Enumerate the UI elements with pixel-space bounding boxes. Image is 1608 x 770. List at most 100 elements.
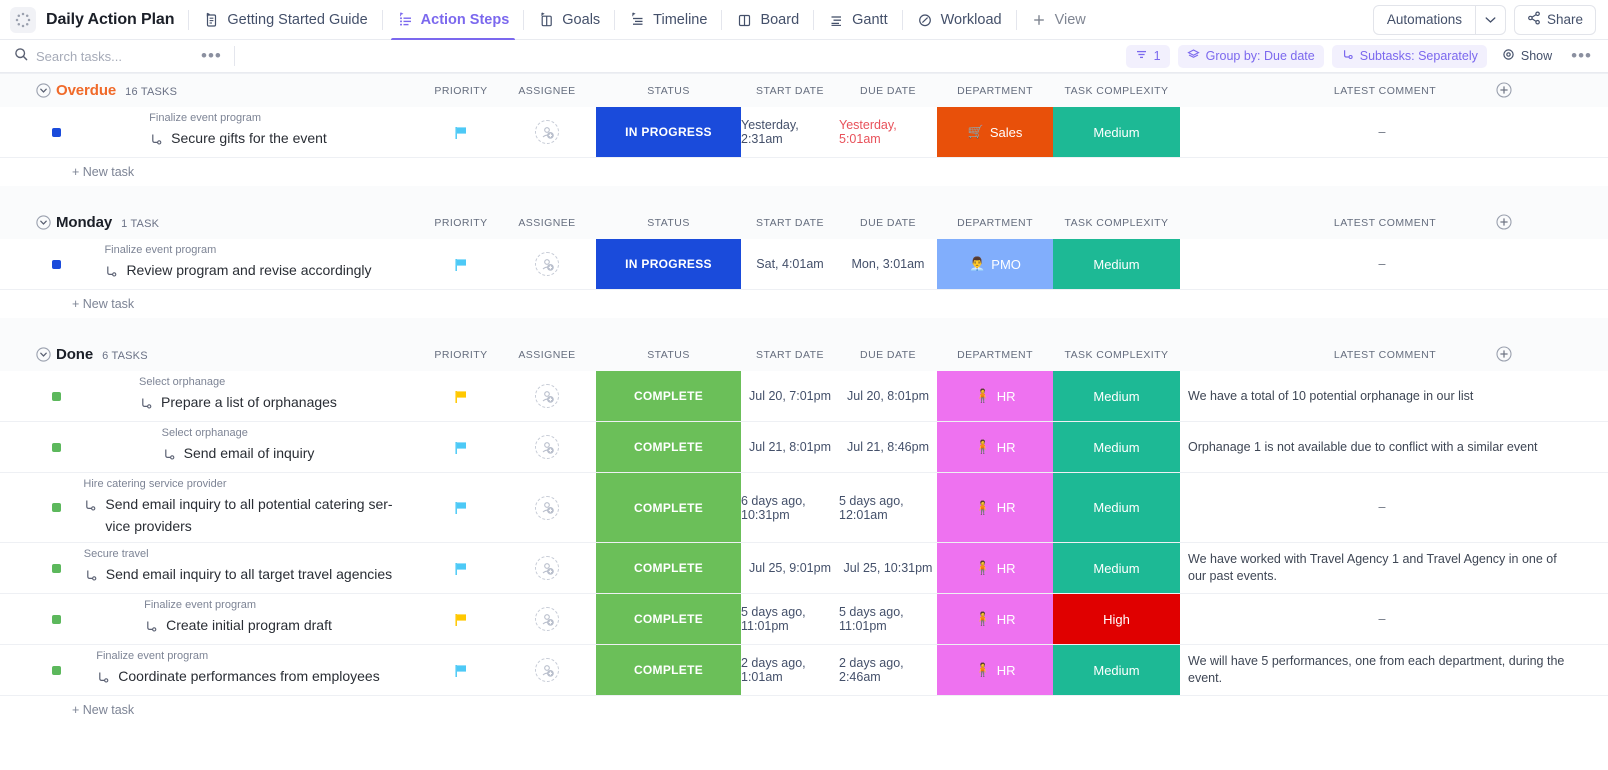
search-input[interactable] bbox=[36, 49, 186, 64]
task-title[interactable]: Review program and revise accordingly bbox=[104, 259, 371, 285]
assignee-cell[interactable] bbox=[498, 371, 596, 421]
column-header-start[interactable]: START DATE bbox=[741, 85, 839, 97]
add-assignee-icon[interactable] bbox=[535, 496, 559, 520]
table-row[interactable]: Finalize event programSecure gifts for t… bbox=[0, 107, 1608, 158]
task-title[interactable]: Send email inquiry to all potential cate… bbox=[83, 493, 392, 537]
column-header-comment[interactable]: LATEST COMMENT bbox=[1180, 85, 1590, 97]
status-cell[interactable]: COMPLETE bbox=[596, 543, 741, 593]
latest-comment-cell[interactable]: We have worked with Travel Agency 1 and … bbox=[1180, 543, 1590, 593]
add-assignee-icon[interactable] bbox=[535, 435, 559, 459]
column-header-cplx[interactable]: TASK COMPLEXITY bbox=[1053, 349, 1180, 361]
add-assignee-icon[interactable] bbox=[535, 556, 559, 580]
group-add-column-icon[interactable] bbox=[1496, 82, 1512, 98]
column-header-status[interactable]: STATUS bbox=[596, 85, 741, 97]
new-task-button[interactable]: + New task bbox=[0, 696, 1608, 724]
task-name-cell[interactable]: Finalize event programReview program and… bbox=[0, 239, 424, 289]
latest-comment-cell[interactable]: – bbox=[1180, 594, 1590, 644]
due-date-cell[interactable]: Jul 20, 8:01pm bbox=[839, 371, 937, 421]
search-box[interactable] bbox=[14, 47, 189, 66]
tab-action-steps[interactable]: Action Steps bbox=[383, 0, 524, 40]
start-date-cell[interactable]: 5 days ago, 11:01pm bbox=[741, 594, 839, 644]
show-button[interactable]: Show bbox=[1493, 45, 1561, 68]
priority-cell[interactable] bbox=[424, 645, 498, 695]
tab-getting-started-guide[interactable]: Getting Started Guide bbox=[189, 0, 381, 40]
priority-cell[interactable] bbox=[424, 594, 498, 644]
task-name-cell[interactable]: Finalize event programSecure gifts for t… bbox=[0, 107, 424, 157]
filter-button[interactable]: 1 bbox=[1126, 45, 1170, 68]
column-header-cplx[interactable]: TASK COMPLEXITY bbox=[1053, 217, 1180, 229]
add-view-button[interactable]: View bbox=[1017, 0, 1100, 40]
tab-goals[interactable]: Goals bbox=[524, 0, 614, 40]
latest-comment-cell[interactable]: Orphanage 1 is not available due to conf… bbox=[1180, 422, 1590, 472]
column-header-due[interactable]: DUE DATE bbox=[839, 217, 937, 229]
priority-cell[interactable] bbox=[424, 239, 498, 289]
latest-comment-cell[interactable]: – bbox=[1180, 107, 1590, 157]
start-date-cell[interactable]: Jul 25, 9:01pm bbox=[741, 543, 839, 593]
assignee-cell[interactable] bbox=[498, 239, 596, 289]
assignee-cell[interactable] bbox=[498, 594, 596, 644]
table-row[interactable]: Finalize event programCoordinate perform… bbox=[0, 645, 1608, 696]
priority-cell[interactable] bbox=[424, 107, 498, 157]
department-cell[interactable]: 🧍HR bbox=[937, 371, 1053, 421]
column-header-due[interactable]: DUE DATE bbox=[839, 85, 937, 97]
column-header-status[interactable]: STATUS bbox=[596, 217, 741, 229]
task-name-cell[interactable]: Hire catering service providerSend email… bbox=[0, 473, 424, 542]
add-assignee-icon[interactable] bbox=[535, 384, 559, 408]
status-cell[interactable]: COMPLETE bbox=[596, 594, 741, 644]
department-cell[interactable]: 🧍HR bbox=[937, 645, 1053, 695]
share-button[interactable]: Share bbox=[1514, 5, 1596, 35]
group-collapse-icon[interactable] bbox=[36, 83, 51, 98]
task-complexity-cell[interactable]: Medium bbox=[1053, 107, 1180, 157]
column-header-assignee[interactable]: ASSIGNEE bbox=[498, 349, 596, 361]
due-date-cell[interactable]: 5 days ago, 11:01pm bbox=[839, 594, 937, 644]
status-cell[interactable]: IN PROGRESS bbox=[596, 239, 741, 289]
table-row[interactable]: Select orphanagePrepare a list of orphan… bbox=[0, 371, 1608, 422]
task-title[interactable]: Send email of inquiry bbox=[162, 442, 315, 468]
department-cell[interactable]: 🧍HR bbox=[937, 422, 1053, 472]
task-name-cell[interactable]: Finalize event programCreate initial pro… bbox=[0, 594, 424, 644]
app-logo-icon[interactable] bbox=[10, 7, 36, 33]
task-title[interactable]: Secure gifts for the event bbox=[149, 127, 327, 153]
latest-comment-cell[interactable]: – bbox=[1180, 239, 1590, 289]
subtasks-button[interactable]: Subtasks: Separately bbox=[1332, 45, 1487, 68]
new-task-button[interactable]: + New task bbox=[0, 158, 1608, 186]
tab-workload[interactable]: Workload bbox=[903, 0, 1016, 40]
latest-comment-cell[interactable]: – bbox=[1180, 473, 1590, 542]
status-cell[interactable]: COMPLETE bbox=[596, 645, 741, 695]
due-date-cell[interactable]: 5 days ago, 12:01am bbox=[839, 473, 937, 542]
toolbar-overflow-icon[interactable]: ••• bbox=[1561, 51, 1596, 61]
group-collapse-icon[interactable] bbox=[36, 347, 51, 362]
column-header-dept[interactable]: DEPARTMENT bbox=[937, 349, 1053, 361]
table-row[interactable]: Select orphanageSend email of inquiryCOM… bbox=[0, 422, 1608, 473]
new-task-button[interactable]: + New task bbox=[0, 290, 1608, 318]
status-cell[interactable]: IN PROGRESS bbox=[596, 107, 741, 157]
table-row[interactable]: Finalize event programCreate initial pro… bbox=[0, 594, 1608, 645]
task-name-cell[interactable]: Select orphanageSend email of inquiry bbox=[0, 422, 424, 472]
department-cell[interactable]: 🧍HR bbox=[937, 594, 1053, 644]
column-header-dept[interactable]: DEPARTMENT bbox=[937, 217, 1053, 229]
toolbar-more-icon[interactable]: ••• bbox=[189, 51, 234, 61]
group-by-button[interactable]: Group by: Due date bbox=[1178, 45, 1324, 68]
add-assignee-icon[interactable] bbox=[535, 120, 559, 144]
start-date-cell[interactable]: Yesterday, 2:31am bbox=[741, 107, 839, 157]
task-name-cell[interactable]: Secure travelSend email inquiry to all t… bbox=[0, 543, 424, 593]
column-header-assignee[interactable]: ASSIGNEE bbox=[498, 217, 596, 229]
due-date-cell[interactable]: Mon, 3:01am bbox=[839, 239, 937, 289]
assignee-cell[interactable] bbox=[498, 107, 596, 157]
task-title[interactable]: Prepare a list of orphanages bbox=[139, 391, 337, 417]
assignee-cell[interactable] bbox=[498, 543, 596, 593]
due-date-cell[interactable]: Yesterday, 5:01am bbox=[839, 107, 937, 157]
task-complexity-cell[interactable]: High bbox=[1053, 594, 1180, 644]
column-header-assignee[interactable]: ASSIGNEE bbox=[498, 85, 596, 97]
add-assignee-icon[interactable] bbox=[535, 607, 559, 631]
task-complexity-cell[interactable]: Medium bbox=[1053, 645, 1180, 695]
start-date-cell[interactable]: 2 days ago, 1:01am bbox=[741, 645, 839, 695]
column-header-priority[interactable]: PRIORITY bbox=[424, 85, 498, 97]
column-header-priority[interactable]: PRIORITY bbox=[424, 349, 498, 361]
column-header-start[interactable]: START DATE bbox=[741, 349, 839, 361]
assignee-cell[interactable] bbox=[498, 422, 596, 472]
table-row[interactable]: Hire catering service providerSend email… bbox=[0, 473, 1608, 543]
chevron-down-icon[interactable] bbox=[1475, 6, 1505, 34]
assignee-cell[interactable] bbox=[498, 473, 596, 542]
status-cell[interactable]: COMPLETE bbox=[596, 371, 741, 421]
